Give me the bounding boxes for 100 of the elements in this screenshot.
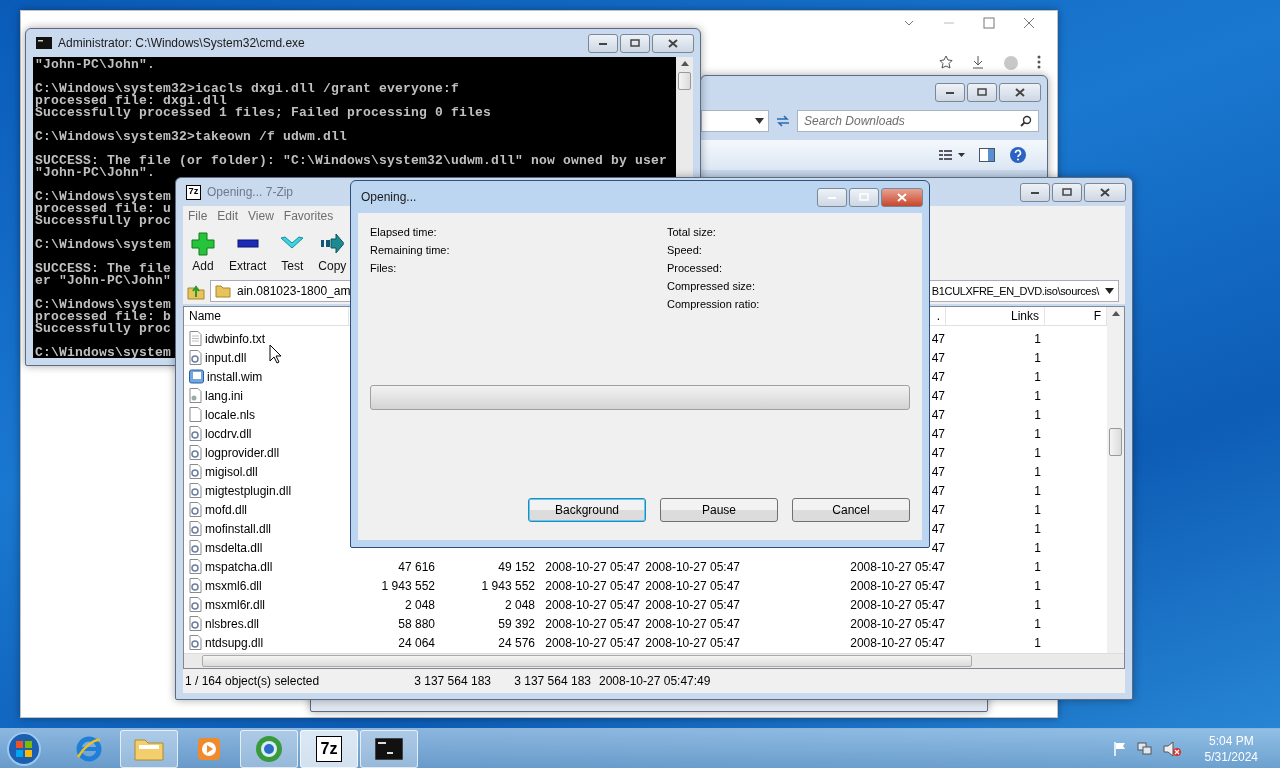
field-label: Remaining time:: [370, 243, 451, 258]
scroll-thumb[interactable]: [678, 72, 691, 90]
gear-file-icon: [189, 634, 202, 651]
download-icon[interactable]: [971, 55, 985, 69]
field-label: Total size:: [667, 225, 717, 240]
file-name-cell[interactable]: install.wim: [184, 368, 349, 385]
dialog-button[interactable]: Cancel: [792, 498, 910, 522]
scroll-up-icon[interactable]: [1111, 311, 1120, 316]
file-name-cell[interactable]: mspatcha.dll: [184, 558, 349, 575]
console-line: C:\Windows\system32>takeown /f udwm.dll: [35, 131, 348, 143]
more-icon[interactable]: [1037, 55, 1041, 69]
scrollbar[interactable]: [1107, 307, 1124, 653]
minimize-button[interactable]: [1020, 182, 1050, 202]
dropdown-icon[interactable]: [1105, 288, 1114, 294]
globe-icon: [254, 733, 284, 764]
close-icon[interactable]: [1023, 17, 1035, 29]
table-cell: 47: [931, 388, 945, 403]
file-name-cell[interactable]: locdrv.dll: [184, 425, 349, 442]
table-cell: 1: [1034, 331, 1041, 346]
status-text: 3 137 564 183: [413, 674, 492, 688]
status-text: 2008-10-27 05:47:49: [599, 674, 712, 688]
dialog-button[interactable]: Background: [528, 498, 646, 522]
gear-file-icon: [189, 539, 202, 556]
console-line: Successfully proc: [35, 323, 172, 335]
maximize-button[interactable]: [967, 82, 997, 102]
console-line: processed file: dxgi.dll: [35, 95, 228, 107]
scroll-up-icon[interactable]: [680, 61, 689, 66]
close-button[interactable]: [999, 82, 1041, 102]
table-cell: 47 616: [398, 559, 435, 574]
file-name-cell[interactable]: msxml6r.dll: [184, 596, 349, 613]
close-button[interactable]: [881, 187, 923, 207]
path-text: ain.081023-1800_am: [237, 284, 351, 298]
file-name-cell[interactable]: migtestplugin.dll: [184, 482, 349, 499]
file-name-cell[interactable]: mofd.dll: [184, 501, 349, 518]
minimize-button[interactable]: [588, 33, 618, 53]
network-icon[interactable]: [1136, 740, 1153, 757]
file-name-cell[interactable]: logprovider.dll: [184, 444, 349, 461]
toolbar-button[interactable]: Add: [186, 230, 220, 278]
close-button[interactable]: [1084, 182, 1126, 202]
minimize-button[interactable]: [817, 187, 847, 207]
table-cell: 47: [931, 464, 945, 479]
console-line: C:\Windows\system32>icacls dxgi.dll /grant everyone:f: [35, 83, 460, 95]
table-cell: 2008-10-27 05:47: [545, 635, 640, 650]
maximize-button[interactable]: [1052, 182, 1082, 202]
status-text: 3 137 564 183: [513, 674, 592, 688]
close-button[interactable]: [652, 33, 694, 53]
file-name-cell[interactable]: lang.ini: [184, 387, 349, 404]
menu-item[interactable]: View: [243, 209, 279, 223]
file-name-cell[interactable]: mofinstall.dll: [184, 520, 349, 537]
maximize-button[interactable]: [620, 33, 650, 53]
table-cell: 1: [1034, 369, 1041, 384]
toolbar-button[interactable]: Test: [275, 230, 310, 278]
maximize-button[interactable]: [849, 187, 879, 207]
gear-file-icon: [189, 596, 202, 613]
table-cell: 47: [931, 483, 945, 498]
file-name-cell[interactable]: nlsbres.dll: [184, 615, 349, 632]
table-cell: 47: [931, 407, 945, 422]
search-field[interactable]: Search Downloads: [797, 110, 1039, 132]
taskbar-button[interactable]: [360, 729, 418, 768]
close-icon: [1015, 87, 1025, 97]
column-header[interactable]: Name: [184, 307, 349, 325]
maximize-icon[interactable]: [983, 17, 995, 29]
column-header[interactable]: Links: [946, 307, 1045, 325]
preview-pane-icon[interactable]: [979, 148, 995, 162]
minimize-button[interactable]: [935, 82, 965, 102]
toolbar-button[interactable]: Extract: [224, 230, 272, 278]
table-cell: 58 880: [398, 616, 435, 631]
taskbar-button[interactable]: 7z: [300, 729, 358, 768]
dialog-button[interactable]: Pause: [660, 498, 778, 522]
file-name-cell[interactable]: locale.nls: [184, 406, 349, 423]
scrollbar[interactable]: [184, 653, 1124, 668]
menu-item[interactable]: File: [183, 209, 213, 223]
table-cell: 1: [1034, 502, 1041, 517]
scroll-thumb[interactable]: [1109, 428, 1122, 456]
menu-item[interactable]: Favorites: [278, 209, 339, 223]
file-name-cell[interactable]: msxml6.dll: [184, 577, 349, 594]
file-name-cell[interactable]: input.dll: [184, 349, 349, 366]
field-label: Elapsed time:: [370, 225, 438, 240]
gear-file-icon: [189, 577, 202, 594]
table-cell: 1: [1034, 597, 1041, 612]
toolbar-button[interactable]: Copy: [313, 230, 352, 278]
view-icon[interactable]: [939, 149, 965, 161]
status-text: 1 / 164 object(s) selected: [185, 674, 321, 688]
table-cell: 1 943 552: [381, 578, 435, 593]
console-line: SUCCESS: The file (or folder): "C:\Windows\system32\udwm.dll" now owned by user: [35, 155, 668, 167]
maximize-icon: [630, 39, 640, 47]
flag-icon[interactable]: [1112, 740, 1127, 757]
file-name-cell[interactable]: migisol.dll: [184, 463, 349, 480]
file-name-cell[interactable]: idwbinfo.txt: [184, 330, 349, 347]
refresh-icon[interactable]: [775, 114, 791, 128]
star-icon[interactable]: [939, 55, 953, 69]
help-icon[interactable]: [1009, 146, 1027, 164]
file-name-cell[interactable]: ntdsupg.dll: [184, 634, 349, 651]
field-label: Speed:: [667, 243, 703, 258]
speaker-muted-icon[interactable]: [1162, 740, 1181, 757]
dropdown-icon[interactable]: [755, 118, 764, 124]
table-cell: 2008-10-27 05:47: [545, 578, 640, 593]
file-name-cell[interactable]: msdelta.dll: [184, 539, 349, 556]
start-button[interactable]: [4, 729, 44, 768]
menu-item[interactable]: Edit: [212, 209, 244, 223]
